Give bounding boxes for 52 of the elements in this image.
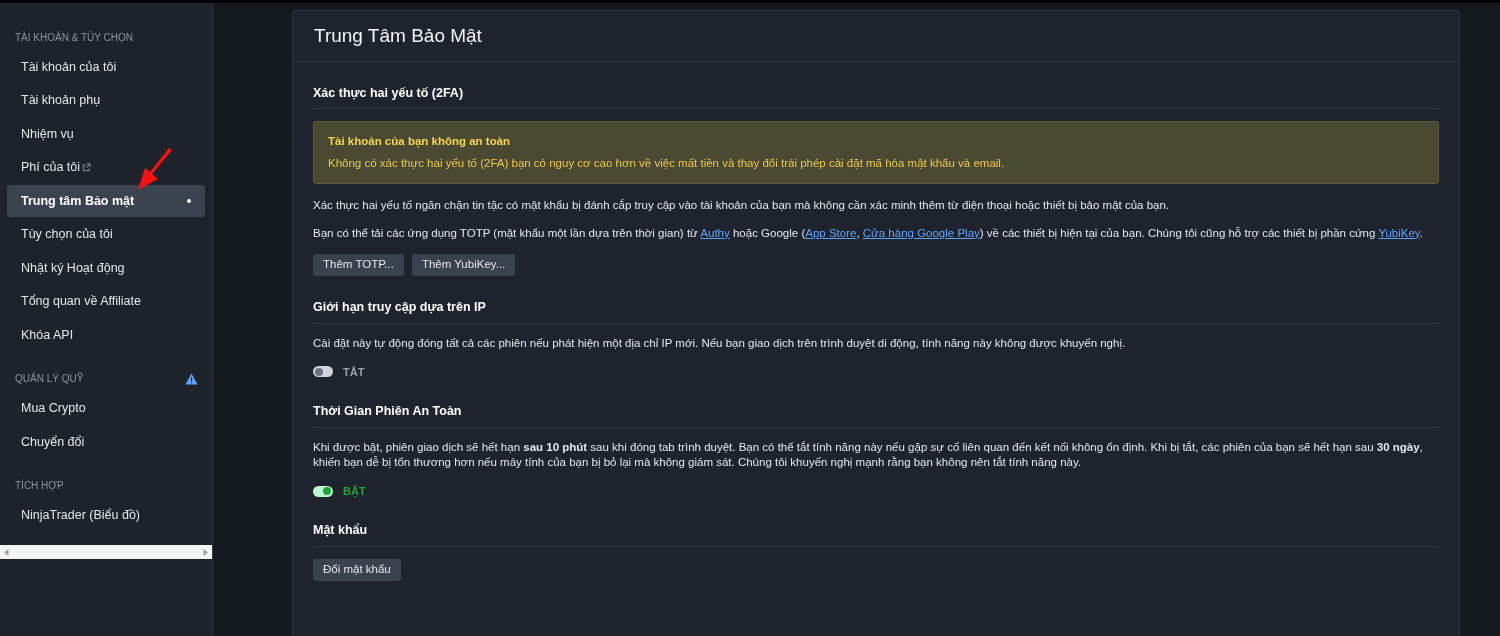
- toggle-switch[interactable]: [313, 366, 333, 378]
- sidebar-item[interactable]: Tổng quan về Affiliate: [7, 285, 205, 318]
- action-button[interactable]: Thêm TOTP...: [313, 253, 404, 276]
- paragraph: Xác thực hai yếu tố ngăn chặn tin tặc có mật khẩu bị đánh cắp truy cập vào tài khoản của bạn mà không cần xác minh thêm từ điện thoại hoặc thiết bị bảo mật của bạn.: [313, 197, 1171, 213]
- link[interactable]: YubiKey: [1378, 226, 1420, 239]
- sidebar-item-label: Tài khoản phụ: [21, 92, 101, 110]
- scroll-left-icon[interactable]: [4, 548, 9, 556]
- sidebar-item-label: Trung tâm Bảo mật: [21, 192, 135, 210]
- sidebar-item-label: Tổng quan về Affiliate: [21, 293, 141, 311]
- sidebar-item[interactable]: Tài khoản của tôi: [7, 51, 205, 83]
- sidebar-item[interactable]: Nhiệm vụ: [7, 118, 205, 150]
- toggle-label: TẮT: [343, 364, 365, 380]
- paragraph: Khi được bật, phiên giao dịch sẽ hết hạn sau 10 phút sau khi đóng tab trình duyệt. Bạn có thể tắt tính năng này nếu gặp sự cố liên quan đến kết nối không ổn định. Khi bị tắt, các phiên của bạn sẽ hết hạn sau 30 ngày, khiến bạn dễ bị tổn thương hơn nếu máy tính của bạn bị bỏ lại mà không giám sát. Chúng tôi khuyến nghị mạnh rằng bạn không nên tắt tính năng này.: [313, 439, 1424, 470]
- sidebar-item[interactable]: Tài khoản phụ: [7, 84, 205, 117]
- toggle-label: BẬT: [343, 483, 366, 500]
- section-heading: Thời Gian Phiên An Toàn: [313, 403, 463, 420]
- sidebar-item-label: Chuyển đổi: [21, 433, 85, 451]
- paragraph: Bạn có thể tải các ứng dụng TOTP (mật khẩu một lần dựa trên thời gian) từ Authy hoặc Google (App Store, Cửa hàng Google Play) về các thiết bị hiện tại của bạn. Chúng tôi cũng hỗ trợ các thiết bị phần cứng YubiKey.: [313, 225, 1424, 241]
- sidebar-item-label: Nhật ký Hoạt động: [21, 259, 125, 277]
- alert-title: Tài khoản của bạn không an toàn: [328, 134, 512, 150]
- sidebar-item-label: Mua Crypto: [21, 400, 86, 418]
- sidebar-item[interactable]: Nhật ký Hoạt động: [7, 252, 205, 284]
- sidebar-item-label: Tài khoản của tôi: [21, 58, 117, 76]
- section-heading: Mật khẩu: [313, 522, 369, 540]
- sidebar-heading: TÀI KHOẢN & TÙY CHỌN: [15, 30, 133, 45]
- sidebar-item-label: Phí của tôi: [21, 159, 81, 177]
- sidebar-item[interactable]: NinjaTrader (Biểu đồ): [7, 499, 205, 532]
- section-heading: Giới hạn truy cập dựa trên IP: [313, 298, 487, 316]
- scroll-right-icon[interactable]: [203, 548, 208, 556]
- action-button[interactable]: Thêm YubiKey...: [411, 253, 516, 276]
- alert-text: Không có xác thực hai yếu tố (2FA) bạn có nguy cơ cao hơn về việc mất tiền và thay đổi trái phép cài đặt mã hóa mật khẩu và email.: [328, 155, 1006, 171]
- toggle-switch[interactable]: [313, 485, 333, 497]
- link[interactable]: Cửa hàng Google Play: [862, 226, 980, 239]
- sidebar-item-label: Khóa API: [21, 326, 74, 344]
- sidebar-item-label: Nhiệm vụ: [21, 125, 74, 143]
- sidebar-item[interactable]: Tùy chọn của tôi: [7, 218, 205, 251]
- page-title: Trung Tâm Bảo Mật: [293, 11, 1459, 62]
- sidebar-item[interactable]: Chuyển đổi: [7, 426, 205, 458]
- warning-icon: [185, 372, 198, 385]
- sidebar-item[interactable]: Khóa API: [7, 319, 205, 351]
- sidebar-item-label: Tùy chọn của tôi: [21, 226, 113, 244]
- sidebar-heading: QUẢN LÝ QUỸ: [15, 371, 84, 386]
- sidebar-item[interactable]: Trung tâm Bảo mật: [7, 185, 205, 217]
- action-button[interactable]: Đổi mật khẩu: [313, 559, 401, 581]
- section-heading: Xác thực hai yếu tố (2FA): [313, 84, 465, 102]
- sidebar-item[interactable]: Phí của tôi: [7, 151, 205, 184]
- horizontal-scrollbar[interactable]: [0, 545, 212, 559]
- paragraph: Cài đặt này tự động đóng tất cả các phiên nếu phát hiện một địa chỉ IP mới. Nếu bạn giao dịch trên trình duyệt di động, tính năng này không được khuyến nghị.: [313, 335, 1127, 351]
- link[interactable]: Authy: [700, 226, 730, 239]
- sidebar-heading: TÍCH HỢP: [15, 478, 64, 493]
- sidebar-item[interactable]: Mua Crypto: [7, 392, 205, 425]
- sidebar-item-label: NinjaTrader (Biểu đồ): [21, 507, 141, 525]
